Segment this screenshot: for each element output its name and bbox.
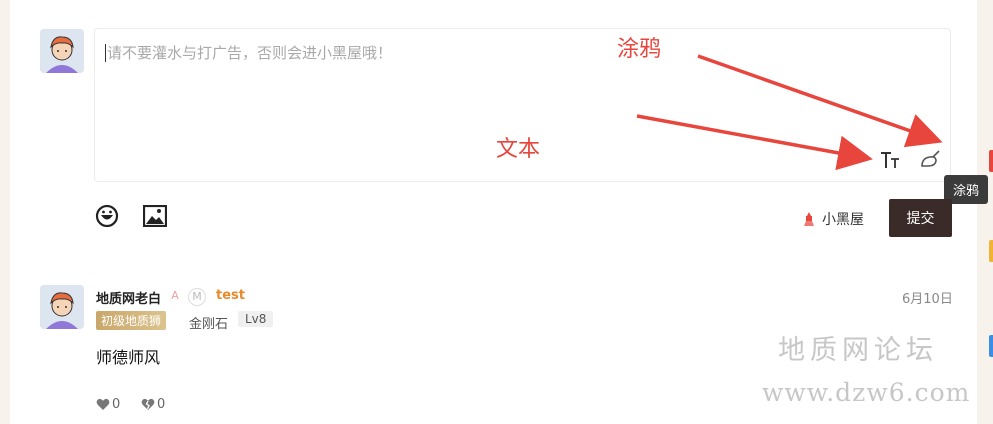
annotation-doodle: 涂鸦 xyxy=(617,37,662,62)
submit-button[interactable]: 提交 xyxy=(889,199,952,237)
like-button[interactable]: 0 xyxy=(96,397,120,412)
arrow-to-doodle xyxy=(697,54,943,148)
badge-a: A xyxy=(171,289,179,302)
comment-date: 6月10日 xyxy=(902,292,953,307)
annotation-text: 文本 xyxy=(496,137,541,162)
level-badge: Lv8 xyxy=(238,311,274,327)
commenter-avatar[interactable] xyxy=(40,285,84,329)
image-icon[interactable] xyxy=(142,204,168,231)
watermark-title: 地质网论坛 xyxy=(778,335,938,366)
broken-heart-icon xyxy=(141,398,155,410)
blacklist-link[interactable]: 小黑屋 xyxy=(801,209,864,229)
like-count: 0 xyxy=(112,397,121,412)
emoji-icon[interactable] xyxy=(95,204,119,232)
arrow-to-text xyxy=(636,114,873,171)
watermark-url: www.dzw6.com xyxy=(762,378,971,407)
mineral-rank: 金刚石 xyxy=(189,317,229,332)
comment-content: 师德师风 xyxy=(96,348,161,367)
dislike-button[interactable]: 0 xyxy=(141,397,165,412)
badge-m: M xyxy=(188,288,206,306)
heart-icon xyxy=(96,398,110,410)
blacklist-label: 小黑屋 xyxy=(822,212,864,228)
title-badge: 初级地质狮 xyxy=(96,311,167,330)
blacklist-icon xyxy=(804,212,814,226)
dislike-count: 0 xyxy=(157,397,166,412)
commenter-username[interactable]: 地质网老白 xyxy=(96,288,161,307)
user-tag: test xyxy=(216,288,245,303)
